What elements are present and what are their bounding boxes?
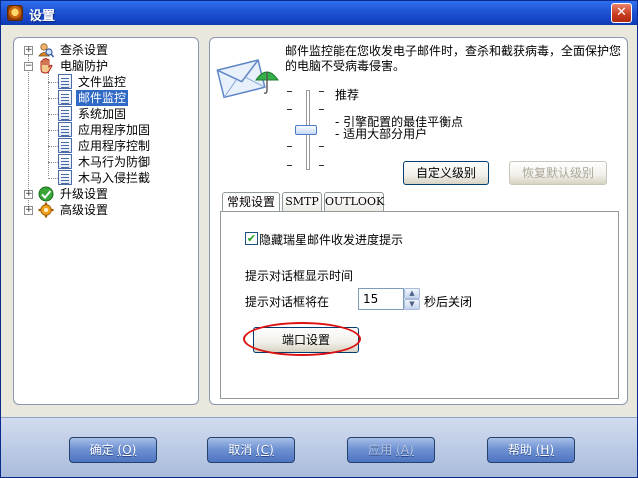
hide-progress-checkbox[interactable]: ✔ — [245, 232, 258, 245]
mail-umbrella-icon — [216, 59, 279, 99]
hide-progress-label[interactable]: 隐藏瑞星邮件收发进度提示 — [259, 231, 403, 248]
tree-item-label: 电脑防护 — [60, 59, 109, 73]
tree-item-label: 木马入侵拦截 — [78, 171, 151, 185]
expand-icon[interactable]: + — [24, 190, 33, 199]
mail-monitor-panel: 邮件监控能在您收发电子邮件时，查杀和截获病毒，全面保护您的电脑不受病毒侵害。 推… — [209, 37, 628, 405]
custom-level-button[interactable]: 自定义级别 — [403, 161, 489, 185]
general-tab-page: ✔ 隐藏瑞星邮件收发进度提示 提示对话框显示时间 提示对话框将在 15 ▲ ▼ … — [220, 211, 619, 399]
apply-label: 应用 — [368, 443, 393, 457]
tree-item-scan-settings[interactable]: + 查杀设置 — [14, 42, 194, 58]
document-icon — [58, 122, 72, 137]
ok-shortcut: (O) — [117, 443, 137, 457]
tree-item-label: 高级设置 — [60, 203, 109, 217]
ok-button[interactable]: 确定 (O) — [69, 437, 157, 463]
tree-item-app-hardening[interactable]: 应用程序加固 — [14, 122, 194, 138]
restore-default-level-button[interactable]: 恢复默认级别 — [509, 161, 607, 185]
collapse-icon[interactable]: − — [24, 62, 33, 71]
tree-item-mail-monitor[interactable]: 邮件监控 — [14, 90, 194, 106]
slider-tick — [319, 91, 324, 92]
help-shortcut: (H) — [535, 443, 555, 457]
document-icon — [58, 90, 72, 105]
tree-item-pc-protection[interactable]: − 电脑防护 — [14, 58, 194, 74]
document-icon — [58, 138, 72, 153]
tab-smtp[interactable]: SMTP — [282, 192, 322, 212]
level-slider-thumb[interactable] — [295, 125, 317, 135]
gear-icon — [38, 202, 54, 218]
document-icon — [58, 74, 72, 89]
tree-item-app-control[interactable]: 应用程序控制 — [14, 138, 194, 154]
slider-tick — [319, 109, 324, 110]
tree-item-label: 升级设置 — [60, 187, 109, 201]
tree-item-label: 应用程序控制 — [78, 139, 151, 153]
close-button[interactable]: ✕ — [611, 3, 632, 23]
slider-tick — [319, 165, 324, 166]
document-icon — [58, 154, 72, 169]
slider-tick — [287, 109, 292, 110]
app-logo-icon — [7, 5, 23, 21]
slider-tick — [287, 146, 292, 147]
feature-description: 邮件监控能在您收发电子邮件时，查杀和截获病毒，全面保护您的电脑不受病毒侵害。 — [285, 44, 622, 73]
document-icon — [58, 106, 72, 121]
tree-item-trojan-behavior[interactable]: 木马行为防御 — [14, 154, 194, 170]
tree-item-trojan-intrusion[interactable]: 木马入侵拦截 — [14, 170, 194, 186]
highlight-oval — [243, 322, 361, 356]
tree-item-label: 木马行为防御 — [78, 155, 151, 169]
spin-down-button[interactable]: ▼ — [404, 299, 420, 310]
hand-shield-icon — [40, 58, 53, 74]
expand-icon[interactable]: + — [24, 46, 33, 55]
tree-item-system-hardening[interactable]: 系统加固 — [14, 106, 194, 122]
dialog-button-bar: 确定 (O) 取消 (C) 应用 (A) 帮助 (H) — [1, 417, 637, 477]
user-search-icon — [38, 43, 54, 58]
expand-icon[interactable]: + — [24, 206, 33, 215]
apply-shortcut: (A) — [396, 443, 414, 457]
settings-window: 设置 ✕ + 查杀设置 − 电脑防护 文件监控 邮件监控 系统加固 应用程序加固… — [0, 0, 638, 478]
tree-item-label: 应用程序加固 — [78, 123, 151, 137]
green-check-icon — [38, 186, 54, 202]
help-button[interactable]: 帮助 (H) — [487, 437, 575, 463]
tab-general[interactable]: 常规设置 — [222, 192, 280, 213]
window-title: 设置 — [29, 9, 56, 24]
tree-item-label-selected: 邮件监控 — [76, 90, 129, 106]
cancel-button[interactable]: 取消 (C) — [207, 437, 295, 463]
slider-tick — [319, 146, 324, 147]
close-suffix-label: 秒后关闭 — [424, 295, 473, 309]
tree-item-file-monitor[interactable]: 文件监控 — [14, 74, 194, 90]
tree-item-advanced-settings[interactable]: + 高级设置 — [14, 202, 194, 218]
apply-button[interactable]: 应用 (A) — [347, 437, 435, 463]
tree-item-label: 文件监控 — [78, 75, 127, 89]
help-label: 帮助 — [507, 443, 532, 457]
tree-item-label: 查杀设置 — [60, 43, 109, 57]
cancel-label: 取消 — [228, 443, 253, 457]
cancel-shortcut: (C) — [256, 443, 274, 457]
tree-item-label: 系统加固 — [78, 107, 127, 121]
settings-tree-panel: + 查杀设置 − 电脑防护 文件监控 邮件监控 系统加固 应用程序加固 应用程序… — [13, 37, 199, 405]
close-prefix-label: 提示对话框将在 — [245, 295, 330, 309]
tab-outlook[interactable]: OUTLOOK — [324, 192, 384, 212]
tree-item-update-settings[interactable]: + 升级设置 — [14, 186, 194, 202]
slider-tick — [287, 165, 292, 166]
title-bar[interactable]: 设置 ✕ — [1, 1, 637, 25]
document-icon — [58, 170, 72, 185]
close-seconds-input[interactable]: 15 — [358, 288, 404, 310]
dialog-time-heading: 提示对话框显示时间 — [245, 269, 354, 283]
level-desc-line2: - 适用大部分用户 — [335, 127, 428, 141]
level-name: 推荐 — [335, 88, 360, 102]
ok-label: 确定 — [89, 443, 114, 457]
spin-up-button[interactable]: ▲ — [404, 288, 420, 299]
slider-tick — [287, 91, 292, 92]
